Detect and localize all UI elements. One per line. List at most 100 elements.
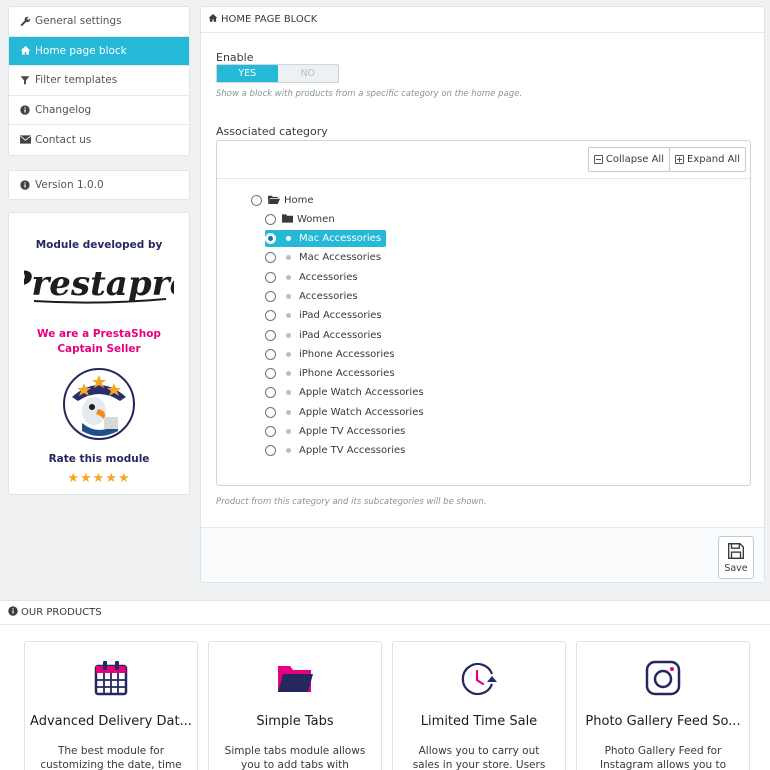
enable-help-text: Show a block with products from a specif… — [216, 89, 523, 99]
calendar-icon — [91, 658, 131, 698]
product-card[interactable]: Limited Time Sale Allows you to carry ou… — [392, 641, 566, 770]
folder-icon — [275, 658, 315, 698]
products-header: OUR PRODUCTS — [0, 601, 770, 625]
tree-radio[interactable] — [265, 426, 276, 437]
product-card[interactable]: Advanced Delivery Dat... The best module… — [24, 641, 198, 770]
tree-node-category[interactable]: Accessories — [265, 288, 358, 305]
sidebar-item-label: Filter templates — [35, 74, 118, 87]
sidebar-item-general-settings[interactable]: General settings — [9, 7, 189, 37]
folder-icon — [282, 213, 293, 226]
save-button[interactable]: Save — [718, 536, 754, 579]
tree-node-label: iPad Accessories — [299, 310, 382, 322]
tree-node-home[interactable]: Home — [251, 192, 314, 209]
rate-module-link[interactable]: Rate this module — [9, 453, 189, 465]
tree-node-label: Accessories — [299, 290, 358, 302]
tree-radio[interactable] — [265, 387, 276, 399]
rating-stars[interactable]: ★★★★★ — [9, 471, 189, 486]
bullet-icon — [286, 293, 291, 299]
logo-text: Prestapro — [24, 264, 174, 304]
bullet-icon — [286, 351, 291, 357]
tree-node-category[interactable]: Apple TV Accessories — [265, 442, 405, 459]
tree-node-category[interactable]: iPhone Accessories — [265, 346, 395, 363]
filter-icon — [19, 75, 31, 85]
tree-node-women[interactable]: Women — [265, 211, 335, 228]
tree-node-label: Mac Accessories — [299, 233, 382, 244]
product-title: Advanced Delivery Dat... — [30, 714, 192, 729]
tree-radio[interactable] — [251, 195, 262, 206]
tree-node-label: Accessories — [299, 271, 358, 283]
clock-icon — [459, 658, 499, 698]
version-label: Version 1.0.0 — [35, 178, 104, 191]
sidebar-item-contact-us[interactable]: Contact us — [9, 125, 189, 155]
sidebar-item-changelog[interactable]: Changelog — [9, 96, 189, 125]
tree-node-category[interactable]: Apple TV Accessories — [265, 423, 405, 440]
tree-node-category[interactable]: iPhone Accessories — [265, 365, 395, 382]
expand-all-label: Expand All — [687, 154, 740, 165]
sidebar-item-label: Home page block — [35, 44, 127, 57]
panel-header: HOME PAGE BLOCK — [201, 7, 764, 33]
captain-seller-label: We are a PrestaShop Captain Seller — [37, 327, 161, 355]
tree-node-label: Apple TV Accessories — [299, 426, 406, 437]
tree-node-category[interactable]: Apple Watch Accessories — [265, 384, 424, 401]
tree-radio[interactable] — [265, 271, 276, 283]
info-icon — [19, 105, 31, 115]
info-icon — [8, 606, 18, 619]
bullet-icon — [286, 274, 291, 280]
expand-icon — [675, 155, 685, 164]
home-icon — [19, 45, 31, 56]
collapse-all-button[interactable]: Collapse All — [587, 147, 670, 172]
expand-all-button[interactable]: Expand All — [669, 147, 746, 172]
tree-radio[interactable] — [265, 329, 276, 341]
enable-switch[interactable]: YES NO — [216, 64, 339, 83]
tree-node-label: Women — [297, 214, 335, 225]
tree-radio[interactable] — [265, 290, 276, 302]
tree-radio[interactable] — [265, 348, 276, 360]
category-help-text: Product from this category and its subca… — [216, 497, 487, 507]
tree-node-category[interactable]: Apple Watch Accessories — [265, 404, 424, 421]
product-description: Photo Gallery Feed for Instagram allows … — [599, 745, 726, 770]
developer-promo: Module developed by Prestapro We are a P… — [5, 211, 192, 495]
version-box: Version 1.0.0 — [8, 169, 190, 200]
tree-radio[interactable] — [265, 406, 276, 418]
tree-node-label: Mac Accessories — [299, 252, 382, 264]
bullet-icon — [286, 409, 291, 415]
home-page-block-panel: HOME PAGE BLOCK Enable YES NO Show a blo… — [200, 6, 765, 583]
tree-node-label: Apple TV Accessories — [299, 445, 406, 457]
tree-node-category[interactable]: Mac Accessories — [265, 230, 387, 247]
product-card[interactable]: Photo Gallery Feed So... Photo Gallery F… — [576, 641, 750, 770]
category-tree: Collapse All Expand All Home Women Mac A… — [216, 140, 751, 486]
tree-node-category[interactable]: iPad Accessories — [265, 307, 382, 324]
sidebar-item-filter-templates[interactable]: Filter templates — [9, 66, 189, 96]
tree-radio[interactable] — [265, 214, 276, 225]
tree-radio[interactable] — [265, 368, 276, 380]
instagram-icon — [643, 658, 683, 698]
bullet-icon — [286, 236, 291, 241]
tree-node-category[interactable]: Mac Accessories — [265, 249, 381, 266]
collapse-all-label: Collapse All — [605, 154, 664, 165]
bullet-icon — [286, 390, 291, 396]
tree-node-label: Home — [284, 195, 314, 206]
product-title: Limited Time Sale — [420, 714, 538, 729]
wrench-icon — [19, 16, 31, 27]
tree-radio[interactable] — [265, 233, 276, 244]
tree-node-label: iPad Accessories — [299, 329, 382, 341]
tree-radio[interactable] — [265, 252, 276, 264]
home-icon — [208, 13, 218, 26]
product-title: Simple Tabs — [256, 714, 334, 729]
sidebar-menu: General settings Home page block Filter … — [8, 6, 190, 156]
sidebar-item-label: General settings — [35, 15, 122, 28]
sidebar-item-home-page-block[interactable]: Home page block — [9, 36, 189, 66]
tree-node-category[interactable]: iPad Accessories — [265, 327, 382, 344]
prestapro-logo[interactable]: Prestapro — [5, 261, 192, 312]
bullet-icon — [286, 332, 291, 338]
save-label: Save — [724, 562, 748, 574]
product-description: The best module for customizing the date… — [40, 745, 182, 770]
product-card[interactable]: Simple Tabs Simple tabs module allows yo… — [208, 641, 382, 770]
tree-radio[interactable] — [265, 445, 276, 457]
sidebar: General settings Home page block Filter … — [5, 6, 192, 495]
switch-yes[interactable]: YES — [217, 65, 278, 82]
tree-node-category[interactable]: Accessories — [265, 269, 358, 286]
tree-toolbar: Collapse All Expand All — [217, 141, 750, 179]
switch-no[interactable]: NO — [278, 65, 339, 82]
tree-radio[interactable] — [265, 310, 276, 322]
